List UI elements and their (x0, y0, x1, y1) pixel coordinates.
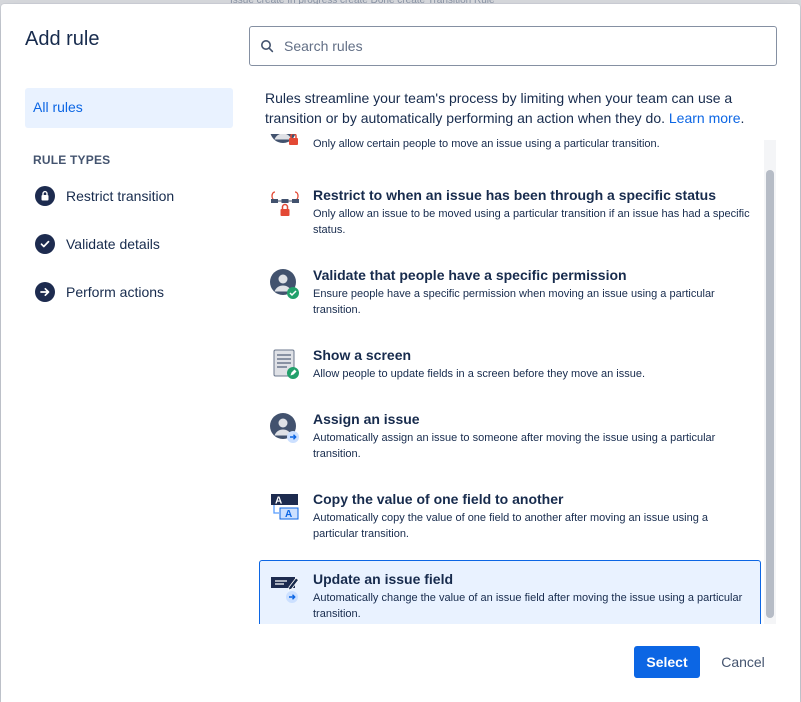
rule-title: Validate that people have a specific per… (313, 267, 627, 283)
add-rule-dialog: Add rule All rules RULE TYPES Restrict t… (1, 4, 800, 702)
rule-title: Update an issue field (313, 571, 454, 587)
rule-description: Automatically assign an issue to someone… (313, 432, 716, 460)
rule-description: Only allow certain people to move an iss… (313, 138, 660, 150)
category-label: Perform actions (66, 284, 165, 300)
rule-title: Assign an issue (313, 411, 420, 427)
rule-description: Ensure people have a specific permission… (313, 288, 715, 316)
rule-item-assign-issue[interactable]: Assign an issue Automatically assign an … (259, 410, 761, 466)
arrow-right-icon (35, 282, 55, 302)
intro-text: Rules streamline your team's process by … (265, 88, 765, 128)
rule-description: Automatically change the value of an iss… (313, 592, 743, 620)
intro-period: . (740, 110, 745, 126)
category-label: Validate details (66, 236, 160, 252)
search-icon (260, 39, 274, 53)
rule-title: Restrict to when an issue has been throu… (313, 187, 716, 203)
svg-text:A: A (285, 509, 292, 520)
rule-description: Allow people to update fields in a scree… (313, 368, 646, 380)
screen-edit-icon (273, 349, 299, 379)
select-button[interactable]: Select (634, 646, 700, 678)
rule-item-copy-field[interactable]: A A Copy the value of one field to anoth… (259, 490, 761, 546)
workflow-lock-icon (271, 191, 299, 216)
sidebar-item-perform-actions[interactable]: Perform actions (35, 282, 164, 302)
rule-title: Show a screen (313, 347, 412, 363)
rule-types-heading: RULE TYPES (33, 153, 111, 167)
search-field[interactable] (249, 26, 777, 66)
person-arrow-icon (270, 413, 299, 443)
rule-list: Only allow certain people to move an iss… (249, 134, 765, 624)
learn-more-link[interactable]: Learn more (669, 110, 741, 126)
dialog-title: Add rule (25, 28, 100, 50)
search-input[interactable] (282, 37, 766, 55)
rule-description: Automatically copy the value of one fiel… (313, 512, 709, 540)
lock-icon (35, 186, 55, 206)
sidebar-item-all-rules[interactable]: All rules (25, 88, 233, 128)
sidebar-item-restrict-transition[interactable]: Restrict transition (35, 186, 174, 206)
rule-item-restrict-people[interactable]: Only allow certain people to move an iss… (259, 134, 761, 158)
rule-title: Copy the value of one field to another (313, 491, 564, 507)
person-lock-icon (270, 134, 298, 145)
rule-item-restrict-status[interactable]: Restrict to when an issue has been throu… (259, 186, 761, 242)
intro-body: Rules streamline your team's process by … (265, 90, 733, 126)
category-label: Restrict transition (66, 188, 175, 204)
person-check-icon (270, 269, 299, 299)
check-icon (35, 234, 55, 254)
update-field-icon (271, 577, 300, 603)
sidebar-item-validate-details[interactable]: Validate details (35, 234, 160, 254)
rule-item-show-screen[interactable]: Show a screen Allow people to update fie… (259, 346, 761, 386)
svg-text:A: A (275, 496, 282, 507)
cancel-button[interactable]: Cancel (712, 646, 774, 678)
copy-field-icon: A A (271, 494, 299, 520)
rule-item-update-field[interactable]: Update an issue field Automatically chan… (259, 560, 761, 624)
rule-list-scrollbar-thumb[interactable] (766, 170, 774, 618)
rule-item-validate-permission[interactable]: Validate that people have a specific per… (259, 266, 761, 322)
rule-description: Only allow an issue to be moved using a … (313, 208, 750, 236)
